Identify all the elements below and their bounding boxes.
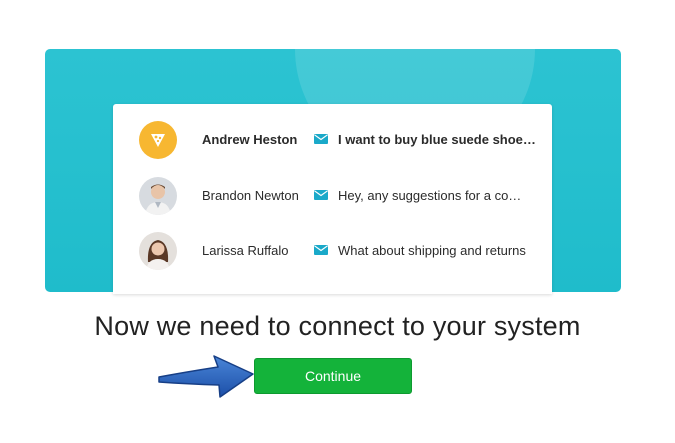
page-headline: Now we need to connect to your system bbox=[94, 311, 581, 341]
mail-icon bbox=[314, 190, 328, 200]
arrow-pointer-icon bbox=[158, 355, 254, 398]
man-avatar bbox=[139, 177, 177, 215]
conversation-row[interactable]: Larissa Ruffalo What about shipping and … bbox=[113, 232, 552, 272]
mail-icon bbox=[314, 134, 328, 144]
message-preview: What about shipping and returns bbox=[338, 243, 526, 258]
sender-name: Brandon Newton bbox=[202, 188, 299, 203]
message-preview: Hey, any suggestions for a co… bbox=[338, 188, 522, 203]
conversation-row[interactable]: Andrew Heston I want to buy blue suede s… bbox=[113, 121, 552, 161]
conversation-row[interactable]: Brandon Newton Hey, any suggestions for … bbox=[113, 177, 552, 217]
conversation-list-card: Andrew Heston I want to buy blue suede s… bbox=[113, 104, 552, 294]
sender-name: Andrew Heston bbox=[202, 132, 298, 147]
woman-avatar bbox=[139, 232, 177, 270]
pizza-icon bbox=[139, 121, 177, 159]
message-preview: I want to buy blue suede shoe… bbox=[338, 132, 536, 147]
continue-button[interactable]: Continue bbox=[254, 358, 412, 394]
mail-icon bbox=[314, 245, 328, 255]
sender-name: Larissa Ruffalo bbox=[202, 243, 289, 258]
